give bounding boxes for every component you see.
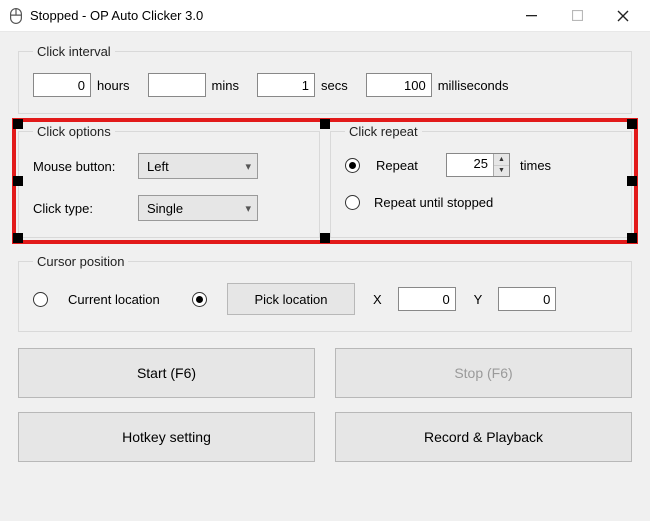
ms-label: milliseconds xyxy=(438,78,509,93)
mins-label: mins xyxy=(212,78,239,93)
record-playback-button[interactable]: Record & Playback xyxy=(335,412,632,462)
secs-input[interactable] xyxy=(257,73,315,97)
minimize-button[interactable] xyxy=(508,1,554,31)
client-area: Click interval hours mins secs milliseco… xyxy=(0,32,650,521)
titlebar: Stopped - OP Auto Clicker 3.0 xyxy=(0,0,650,32)
current-location-label: Current location xyxy=(68,292,178,307)
chevron-down-icon: ▾ xyxy=(245,202,251,215)
click-repeat-group: Click repeat Repeat 25 ▲ ▼ times Repeat … xyxy=(330,124,632,238)
pick-location-button[interactable]: Pick location xyxy=(227,283,355,315)
maximize-button[interactable] xyxy=(554,1,600,31)
mouse-button-label: Mouse button: xyxy=(33,159,138,174)
mouse-icon xyxy=(8,8,24,24)
click-type-value: Single xyxy=(147,201,183,216)
click-interval-legend: Click interval xyxy=(33,44,115,59)
click-repeat-legend: Click repeat xyxy=(345,124,422,139)
secs-label: secs xyxy=(321,78,348,93)
cursor-position-group: Cursor position Current location Pick lo… xyxy=(18,254,632,332)
click-type-label: Click type: xyxy=(33,201,138,216)
hotkey-setting-button[interactable]: Hotkey setting xyxy=(18,412,315,462)
mins-input[interactable] xyxy=(148,73,206,97)
start-button[interactable]: Start (F6) xyxy=(18,348,315,398)
repeat-until-radio[interactable] xyxy=(345,195,360,210)
repeat-radio[interactable] xyxy=(345,158,360,173)
spinner-up-icon[interactable]: ▲ xyxy=(494,154,509,166)
window-title: Stopped - OP Auto Clicker 3.0 xyxy=(30,8,508,23)
chevron-down-icon: ▾ xyxy=(245,160,251,173)
click-options-group: Click options Mouse button: Left ▾ Click… xyxy=(18,124,320,238)
repeat-count-value: 25 xyxy=(447,154,493,176)
pick-location-radio[interactable] xyxy=(192,292,207,307)
stop-button: Stop (F6) xyxy=(335,348,632,398)
x-label: X xyxy=(373,292,382,307)
spinner-down-icon[interactable]: ▼ xyxy=(494,166,509,177)
hours-label: hours xyxy=(97,78,130,93)
times-label: times xyxy=(520,158,551,173)
cursor-position-legend: Cursor position xyxy=(33,254,128,269)
click-interval-group: Click interval hours mins secs milliseco… xyxy=(18,44,632,114)
repeat-count-spinner[interactable]: 25 ▲ ▼ xyxy=(446,153,510,177)
mouse-button-dropdown[interactable]: Left ▾ xyxy=(138,153,258,179)
close-button[interactable] xyxy=(600,1,646,31)
repeat-until-label: Repeat until stopped xyxy=(374,195,493,210)
repeat-label: Repeat xyxy=(376,158,436,173)
current-location-radio[interactable] xyxy=(33,292,48,307)
x-input[interactable] xyxy=(398,287,456,311)
mouse-button-value: Left xyxy=(147,159,169,174)
hours-input[interactable] xyxy=(33,73,91,97)
click-options-legend: Click options xyxy=(33,124,115,139)
click-type-dropdown[interactable]: Single ▾ xyxy=(138,195,258,221)
y-label: Y xyxy=(474,292,483,307)
action-buttons: Start (F6) Stop (F6) Hotkey setting Reco… xyxy=(18,348,632,462)
y-input[interactable] xyxy=(498,287,556,311)
ms-input[interactable] xyxy=(366,73,432,97)
